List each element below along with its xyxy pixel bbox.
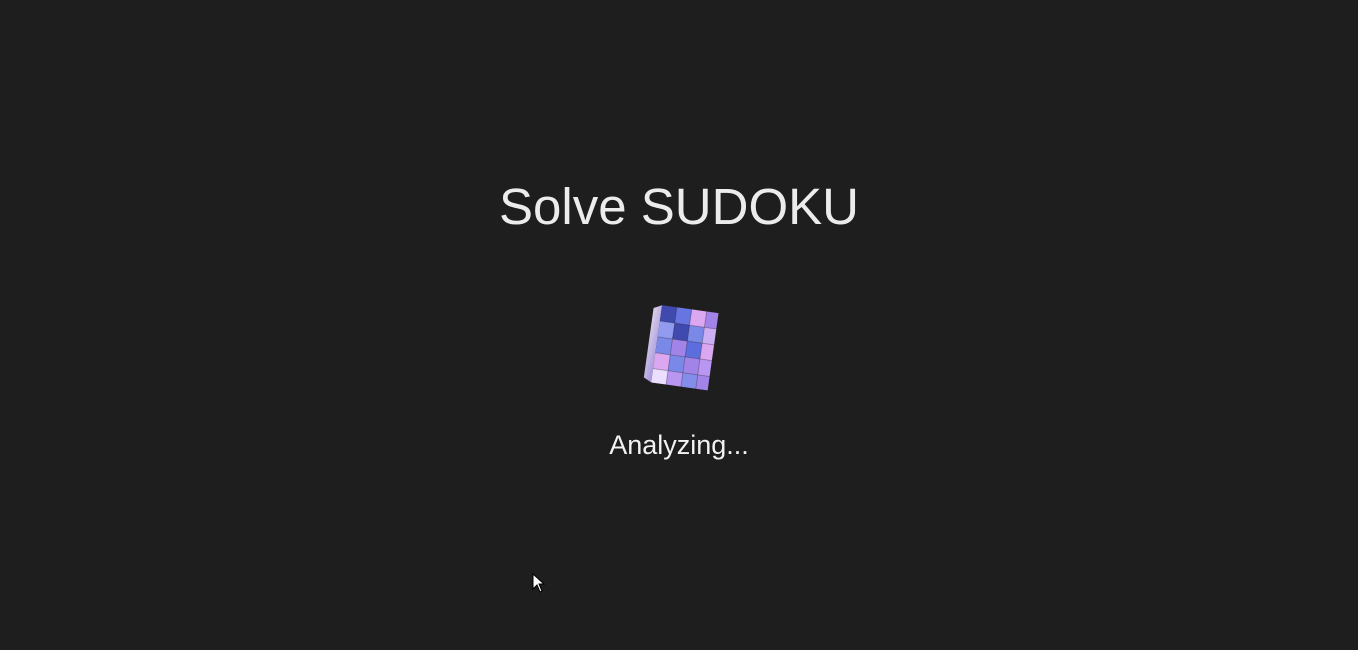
status-text: Analyzing... — [609, 430, 749, 460]
solver-screen: Solve SUDOKU Analyzing... — [0, 0, 1358, 650]
rubiks-cube-icon — [643, 305, 719, 391]
page-title: Solve SUDOKU — [499, 178, 859, 235]
loading-indicator — [634, 300, 724, 400]
mouse-cursor-icon — [532, 573, 546, 593]
